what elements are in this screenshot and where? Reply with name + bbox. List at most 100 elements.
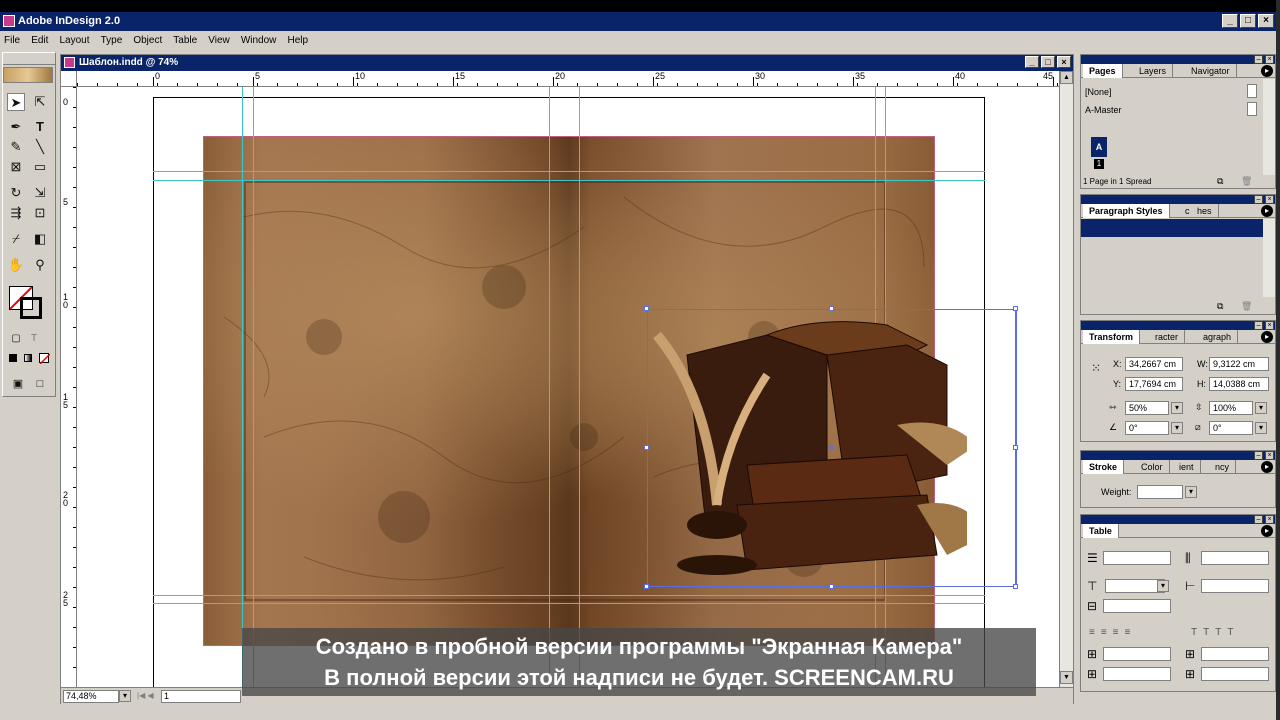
tab-gradient[interactable]: ient (1173, 460, 1201, 474)
toolbox-header[interactable] (3, 53, 55, 65)
pasteboard[interactable] (77, 87, 1059, 687)
frame-tool-icon[interactable]: ⊠ (7, 158, 25, 176)
height-field[interactable]: 14,0388 cm (1209, 377, 1269, 391)
panel-close-icon[interactable]: × (1265, 195, 1274, 204)
center-point[interactable] (829, 445, 833, 449)
shear-tool-icon[interactable]: ⇶ (7, 204, 25, 222)
resize-handle-r[interactable] (1013, 445, 1018, 450)
page-field[interactable]: 1 (161, 690, 241, 703)
eyedropper-tool-icon[interactable]: ⌿ (7, 230, 25, 248)
first-page-icon[interactable]: |◀ ◀ (137, 691, 154, 700)
panel-menu-icon[interactable]: ▸ (1261, 525, 1273, 537)
page-thumbnail-a[interactable]: A (1091, 137, 1107, 157)
row-height-dropdown-icon[interactable]: ▾ (1157, 580, 1169, 592)
shear-dropdown-icon[interactable]: ▾ (1255, 422, 1267, 434)
panel-menu-icon[interactable]: ▸ (1261, 65, 1273, 77)
menu-window[interactable]: Window (237, 31, 281, 50)
ruler-origin[interactable] (61, 71, 77, 87)
zoom-tool-icon[interactable]: ⚲ (31, 256, 49, 274)
zoom-field[interactable]: 74,48% (63, 690, 119, 703)
stroke-panel-header[interactable]: – × (1081, 451, 1275, 460)
x-field[interactable]: 34,2667 cm (1125, 357, 1183, 371)
panel-menu-icon[interactable]: ▸ (1261, 331, 1273, 343)
transform-panel-header[interactable]: – × (1081, 321, 1275, 330)
tab-character-styles[interactable]: c hes (1179, 204, 1219, 218)
zoom-dropdown-icon[interactable]: ▾ (119, 690, 131, 702)
panel-minimize-icon[interactable]: – (1254, 451, 1263, 460)
tab-paragraph-styles[interactable]: Paragraph Styles (1083, 204, 1170, 218)
minimize-button[interactable]: _ (1222, 14, 1238, 28)
menu-table[interactable]: Table (169, 31, 201, 50)
scroll-up-button[interactable]: ▲ (1060, 71, 1073, 84)
shear-field[interactable]: 0° (1209, 421, 1253, 435)
new-style-icon[interactable]: ⧉ (1217, 301, 1223, 312)
tab-stroke[interactable]: Stroke (1083, 460, 1125, 474)
left-inset-field[interactable] (1201, 647, 1269, 661)
apply-color-icon[interactable] (9, 354, 17, 362)
free-transform-tool-icon[interactable]: ⊡ (31, 204, 49, 222)
column-width-field[interactable] (1201, 579, 1269, 593)
scale-x-field[interactable]: 50% (1125, 401, 1169, 415)
bottom-inset-field[interactable] (1103, 667, 1171, 681)
preview-mode-icon[interactable]: □ (31, 375, 49, 393)
tab-transparency[interactable]: ncy (1209, 460, 1237, 474)
formatting-container-icon[interactable]: ▢ (7, 330, 25, 348)
stroke-swatch-icon[interactable] (20, 297, 42, 319)
cell-height-field[interactable] (1103, 599, 1171, 613)
tab-table[interactable]: Table (1083, 524, 1119, 538)
new-page-icon[interactable]: ⧉ (1217, 176, 1223, 187)
rectangle-tool-icon[interactable]: ▭ (31, 158, 49, 176)
tab-paragraph[interactable]: agraph (1197, 330, 1239, 344)
columns-field[interactable] (1201, 551, 1269, 565)
paragraph-scrollbar[interactable] (1263, 219, 1275, 297)
normal-view-icon[interactable]: ▣ (9, 375, 27, 393)
scale-y-field[interactable]: 100% (1209, 401, 1253, 415)
scroll-down-button[interactable]: ▼ (1060, 671, 1073, 684)
rotate-tool-icon[interactable]: ↻ (7, 184, 25, 202)
pen-tool-icon[interactable]: ✒ (7, 118, 25, 136)
master-thumbnail[interactable] (1247, 84, 1257, 98)
gradient-tool-icon[interactable]: ◧ (31, 230, 49, 248)
tab-layers[interactable]: Layers (1133, 64, 1174, 78)
close-button[interactable]: × (1258, 14, 1274, 28)
type-tool-icon[interactable]: T (31, 118, 49, 136)
y-field[interactable]: 17,7694 cm (1125, 377, 1183, 391)
apply-gradient-icon[interactable] (24, 354, 32, 362)
tab-character[interactable]: racter (1149, 330, 1186, 344)
pages-panel-header[interactable]: – × (1081, 55, 1275, 64)
doc-close-button[interactable]: × (1057, 56, 1071, 68)
horizontal-ruler[interactable]: 0 5 10 15 20 25 30 35 40 45 (77, 71, 1059, 87)
rows-field[interactable] (1103, 551, 1171, 565)
menu-type[interactable]: Type (97, 31, 127, 50)
menu-view[interactable]: View (204, 31, 234, 50)
resize-handle-t[interactable] (829, 306, 834, 311)
vertical-scrollbar[interactable]: ▲ ▼ (1059, 71, 1073, 687)
resize-handle-l[interactable] (644, 445, 649, 450)
width-field[interactable]: 9,3122 cm (1209, 357, 1269, 371)
panel-minimize-icon[interactable]: – (1254, 195, 1263, 204)
pencil-tool-icon[interactable]: ✎ (7, 138, 25, 156)
panel-minimize-icon[interactable]: – (1254, 55, 1263, 64)
line-tool-icon[interactable]: ╲ (31, 138, 49, 156)
master-item-none[interactable]: [None] (1085, 87, 1112, 97)
master-thumbnail[interactable] (1247, 102, 1257, 116)
doc-maximize-button[interactable]: □ (1041, 56, 1055, 68)
resize-handle-br[interactable] (1013, 584, 1018, 589)
rotate-dropdown-icon[interactable]: ▾ (1171, 422, 1183, 434)
panel-close-icon[interactable]: × (1265, 451, 1274, 460)
panel-close-icon[interactable]: × (1265, 515, 1274, 524)
row-height-field[interactable] (1105, 579, 1165, 593)
vertical-ruler[interactable]: 0 5 1 0 1 5 2 0 2 5 (61, 87, 77, 687)
resize-handle-bl[interactable] (644, 584, 649, 589)
text-rotation-icon[interactable]: TTTT (1191, 627, 1239, 638)
apply-none-icon[interactable] (39, 353, 51, 365)
direct-selection-tool-icon[interactable]: ⇱ (31, 93, 49, 111)
doc-minimize-button[interactable]: _ (1025, 56, 1039, 68)
resize-handle-tl[interactable] (644, 306, 649, 311)
reference-point-icon[interactable]: ⁙ (1087, 359, 1105, 377)
menu-help[interactable]: Help (283, 31, 312, 50)
weight-field[interactable] (1137, 485, 1183, 499)
resize-handle-tr[interactable] (1013, 306, 1018, 311)
maximize-button[interactable]: □ (1240, 14, 1256, 28)
panel-close-icon[interactable]: × (1265, 55, 1274, 64)
